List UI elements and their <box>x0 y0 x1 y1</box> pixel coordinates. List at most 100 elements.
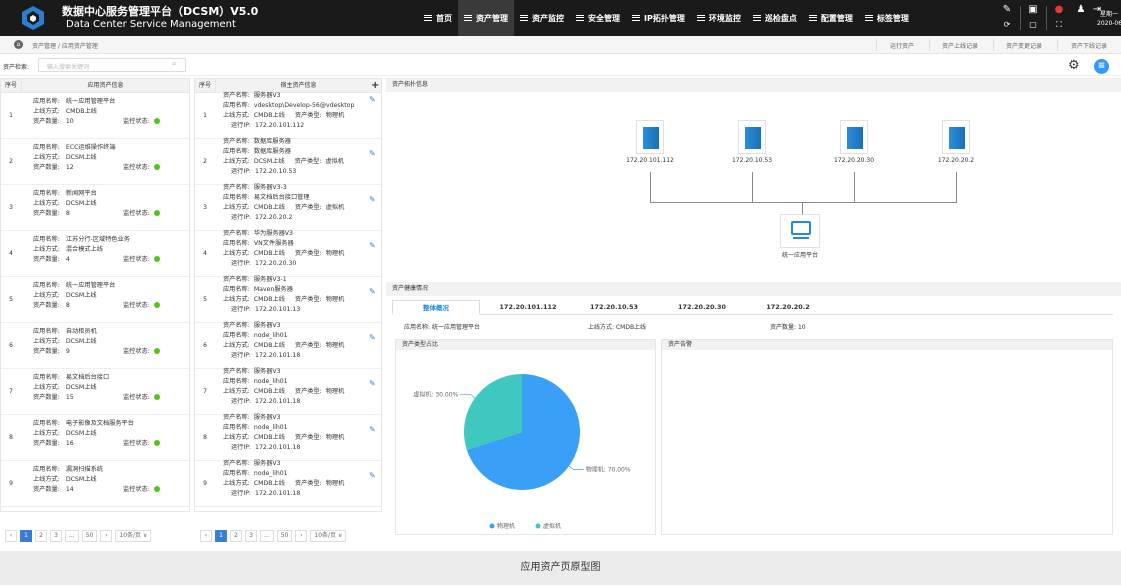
page-button[interactable]: 3 <box>50 530 62 542</box>
field-value: 江苏分行-区域特色业务 <box>65 236 130 243</box>
nav-item[interactable]: 首页 <box>418 0 458 36</box>
page-button[interactable]: 10条/页 ∨ <box>310 530 347 542</box>
edit-icon[interactable]: ✎ <box>369 287 376 296</box>
status-dot-icon <box>153 486 160 492</box>
table-row[interactable]: 7 资产名称: 服务器V3 应用名称: node_lih01 上线方式: CMDB上线 资产类… <box>195 368 381 415</box>
tab-change-records[interactable]: 资产变更记录 <box>1006 41 1042 50</box>
field-label: 上线方式: <box>33 200 60 207</box>
table-row[interactable]: 3 资产名称: 服务器V3-3 应用名称: 易文档后台接口管理 上线方式: CMDB上线 资产… <box>195 184 381 231</box>
edit-icon[interactable]: ✎ <box>369 425 376 434</box>
nav-item[interactable]: 安全管理 <box>570 0 626 36</box>
nav-item[interactable]: 资产监控 <box>514 0 570 36</box>
tab-offline-records[interactable]: 资产下线记录 <box>1071 41 1107 50</box>
health-tab[interactable]: 172.20.20.30 <box>660 300 744 315</box>
monitor-icon[interactable]: ▣ <box>1026 3 1040 17</box>
edit-icon[interactable]: ✎ <box>369 195 376 204</box>
health-tab[interactable]: 172.20.101.112 <box>486 300 570 315</box>
page-button[interactable]: ... <box>65 530 79 542</box>
server-cube <box>847 127 863 149</box>
table-row[interactable]: 4 应用名称: 江苏分行-区域特色业务 上线方式: 混合模式上线 资产数量: 4 监控状态: <box>1 231 189 277</box>
field-label: 资产名称: <box>223 276 250 283</box>
nav-item[interactable]: 标签管理 <box>859 0 915 36</box>
fullscreen-icon[interactable]: ⛶ <box>1052 18 1066 32</box>
field-label: 应用名称: <box>33 374 60 381</box>
legend-label-0[interactable]: 物理机 <box>497 522 515 530</box>
health-tab[interactable]: 整体概况 <box>392 300 480 315</box>
field-line: 资产名称: 服务器V3 <box>223 321 281 331</box>
page-button[interactable]: 1 <box>215 530 227 542</box>
server-node[interactable]: 172.20.20.30 <box>823 120 885 164</box>
field-value: node_lih01 <box>253 378 288 385</box>
add-button[interactable]: ≡ <box>1094 59 1109 74</box>
table-row[interactable]: 2 应用名称: ECC运维操作终端 上线方式: DCSM上线 资产数量: 12 监控状态: <box>1 139 189 185</box>
search-icon[interactable]: ⌕ <box>172 59 182 69</box>
gear-icon[interactable]: ⚙ <box>1068 59 1082 73</box>
field-value: 172.20.20.30 <box>255 260 297 267</box>
table-row[interactable]: 6 应用名称: 自动柜员机 上线方式: DCSM上线 资产数量: 9 监控状态: <box>1 323 189 369</box>
screen-icon[interactable]: ▢ <box>1026 18 1040 32</box>
field-line: 应用名称: 电子影像及文档服务平台 <box>33 419 134 429</box>
legend-label-1[interactable]: 虚拟机 <box>543 522 561 530</box>
page-button[interactable]: 2 <box>35 530 47 542</box>
field-line: 运行IP: 172.20.20.30 <box>231 259 296 269</box>
table-row[interactable]: 9 资产名称: 服务器V3 应用名称: node_lih01 上线方式: CMDB上线 资产类… <box>195 460 381 507</box>
page-button[interactable]: ‹ <box>200 530 212 542</box>
page-button[interactable]: 2 <box>230 530 242 542</box>
page-button[interactable]: ‹ <box>5 530 17 542</box>
edit-icon[interactable]: ✎ <box>369 241 376 250</box>
search-input[interactable]: 输入搜索关键词 <box>38 58 186 72</box>
page-button[interactable]: 50 <box>81 530 98 542</box>
nav-item[interactable]: 配置管理 <box>803 0 859 36</box>
field-value: 易文档后台接口 <box>65 374 110 381</box>
home-icon[interactable]: ⌂ <box>14 40 23 49</box>
field-label: 应用名称: <box>223 470 250 477</box>
page-button[interactable]: ... <box>260 530 274 542</box>
app-logo-icon <box>22 6 44 30</box>
table-row[interactable]: 5 应用名称: 统一应用管理平台 上线方式: DCSM上线 资产数量: 8 监控状态: <box>1 277 189 323</box>
refresh-icon[interactable]: ⟳ <box>1000 18 1014 32</box>
user-icon[interactable]: ♟ <box>1074 3 1088 17</box>
field-line: 运行IP: 172.20.10.53 <box>231 167 296 177</box>
table-row[interactable]: 6 资产名称: 服务器V3 应用名称: node_lih01 上线方式: CMDB上线 资产类… <box>195 321 381 369</box>
add-host-button[interactable]: + <box>371 79 379 92</box>
row-number: 2 <box>9 158 13 165</box>
health-tab[interactable]: 172.20.20.2 <box>746 300 830 315</box>
alarm-icon[interactable]: ● <box>1052 3 1066 17</box>
table-row[interactable]: 1 资产名称: 服务器V3 应用名称: vdesktop\Develop-56@vdes… <box>195 92 381 139</box>
table-row[interactable]: 9 应用名称: 漏洞扫描系统 上线方式: DCSM上线 资产数量: 14 监控状态: <box>1 461 189 507</box>
server-node[interactable]: 172.20.101.112 <box>619 120 681 164</box>
page-button[interactable]: › <box>295 530 308 542</box>
table-row[interactable]: 8 应用名称: 电子影像及文档服务平台 上线方式: DCSM上线 资产数量: 16 监控状态: <box>1 415 189 461</box>
nav-item[interactable]: 巡检盘点 <box>747 0 803 36</box>
page-button[interactable]: 3 <box>245 530 257 542</box>
table-row[interactable]: 4 资产名称: 华为服务器V3 应用名称: VN文件服务器 上线方式: CMDB上线 资产类型… <box>195 230 381 277</box>
edit-icon[interactable]: ✎ <box>369 95 376 104</box>
table-row[interactable]: 7 应用名称: 易文档后台接口 上线方式: DCSM上线 资产数量: 15 监控状态: <box>1 369 189 415</box>
table-row[interactable]: 1 应用名称: 统一应用管理平台 上线方式: CMDB上线 资产数量: 10 监控状态: <box>1 93 189 139</box>
nav-item[interactable]: IP拓扑管理 <box>626 0 691 36</box>
edit-icon[interactable]: ✎ <box>369 333 376 342</box>
edit-icon[interactable]: ✎ <box>369 471 376 480</box>
nav-item[interactable]: 环境监控 <box>691 0 747 36</box>
page-button[interactable]: › <box>100 530 113 542</box>
edit-icon[interactable]: ✎ <box>369 379 376 388</box>
broom-icon[interactable]: ✎ <box>1000 3 1014 17</box>
server-node[interactable]: 172.20.10.53 <box>721 120 783 164</box>
server-node[interactable]: 172.20.20.2 <box>925 120 987 164</box>
tab-running-assets[interactable]: 运行资产 <box>890 41 914 50</box>
table-row[interactable]: 8 资产名称: 服务器V3 应用名称: node_lih01 上线方式: CMDB上线 资产类… <box>195 414 381 461</box>
field-value: DCSM上线 <box>65 200 97 207</box>
edit-icon[interactable]: ✎ <box>369 149 376 158</box>
table-row[interactable]: 5 资产名称: 服务器V3-1 应用名称: Maven服务器 上线方式: CMDB上线 资产类… <box>195 276 381 323</box>
page-button[interactable]: 50 <box>276 530 293 542</box>
nav-item[interactable]: 资产管理 <box>458 0 514 36</box>
monitor-status: 监控状态: <box>123 117 160 127</box>
tab-online-records[interactable]: 资产上线记录 <box>942 41 978 50</box>
center-node[interactable]: 统一应用平台 <box>778 214 822 259</box>
health-tab[interactable]: 172.20.10.53 <box>572 300 656 315</box>
table-row[interactable]: 2 资产名称: 数据库服务器 应用名称: 数据库服务器 上线方式: DCSM上线 资产类型: 虚… <box>195 138 381 185</box>
page-button[interactable]: 10条/页 ∨ <box>115 530 152 542</box>
table-row[interactable]: 3 应用名称: 新闻网平台 上线方式: DCSM上线 资产数量: 8 监控状态: <box>1 185 189 231</box>
field-label: 资产类型: <box>294 388 322 395</box>
page-button[interactable]: 1 <box>20 530 32 542</box>
